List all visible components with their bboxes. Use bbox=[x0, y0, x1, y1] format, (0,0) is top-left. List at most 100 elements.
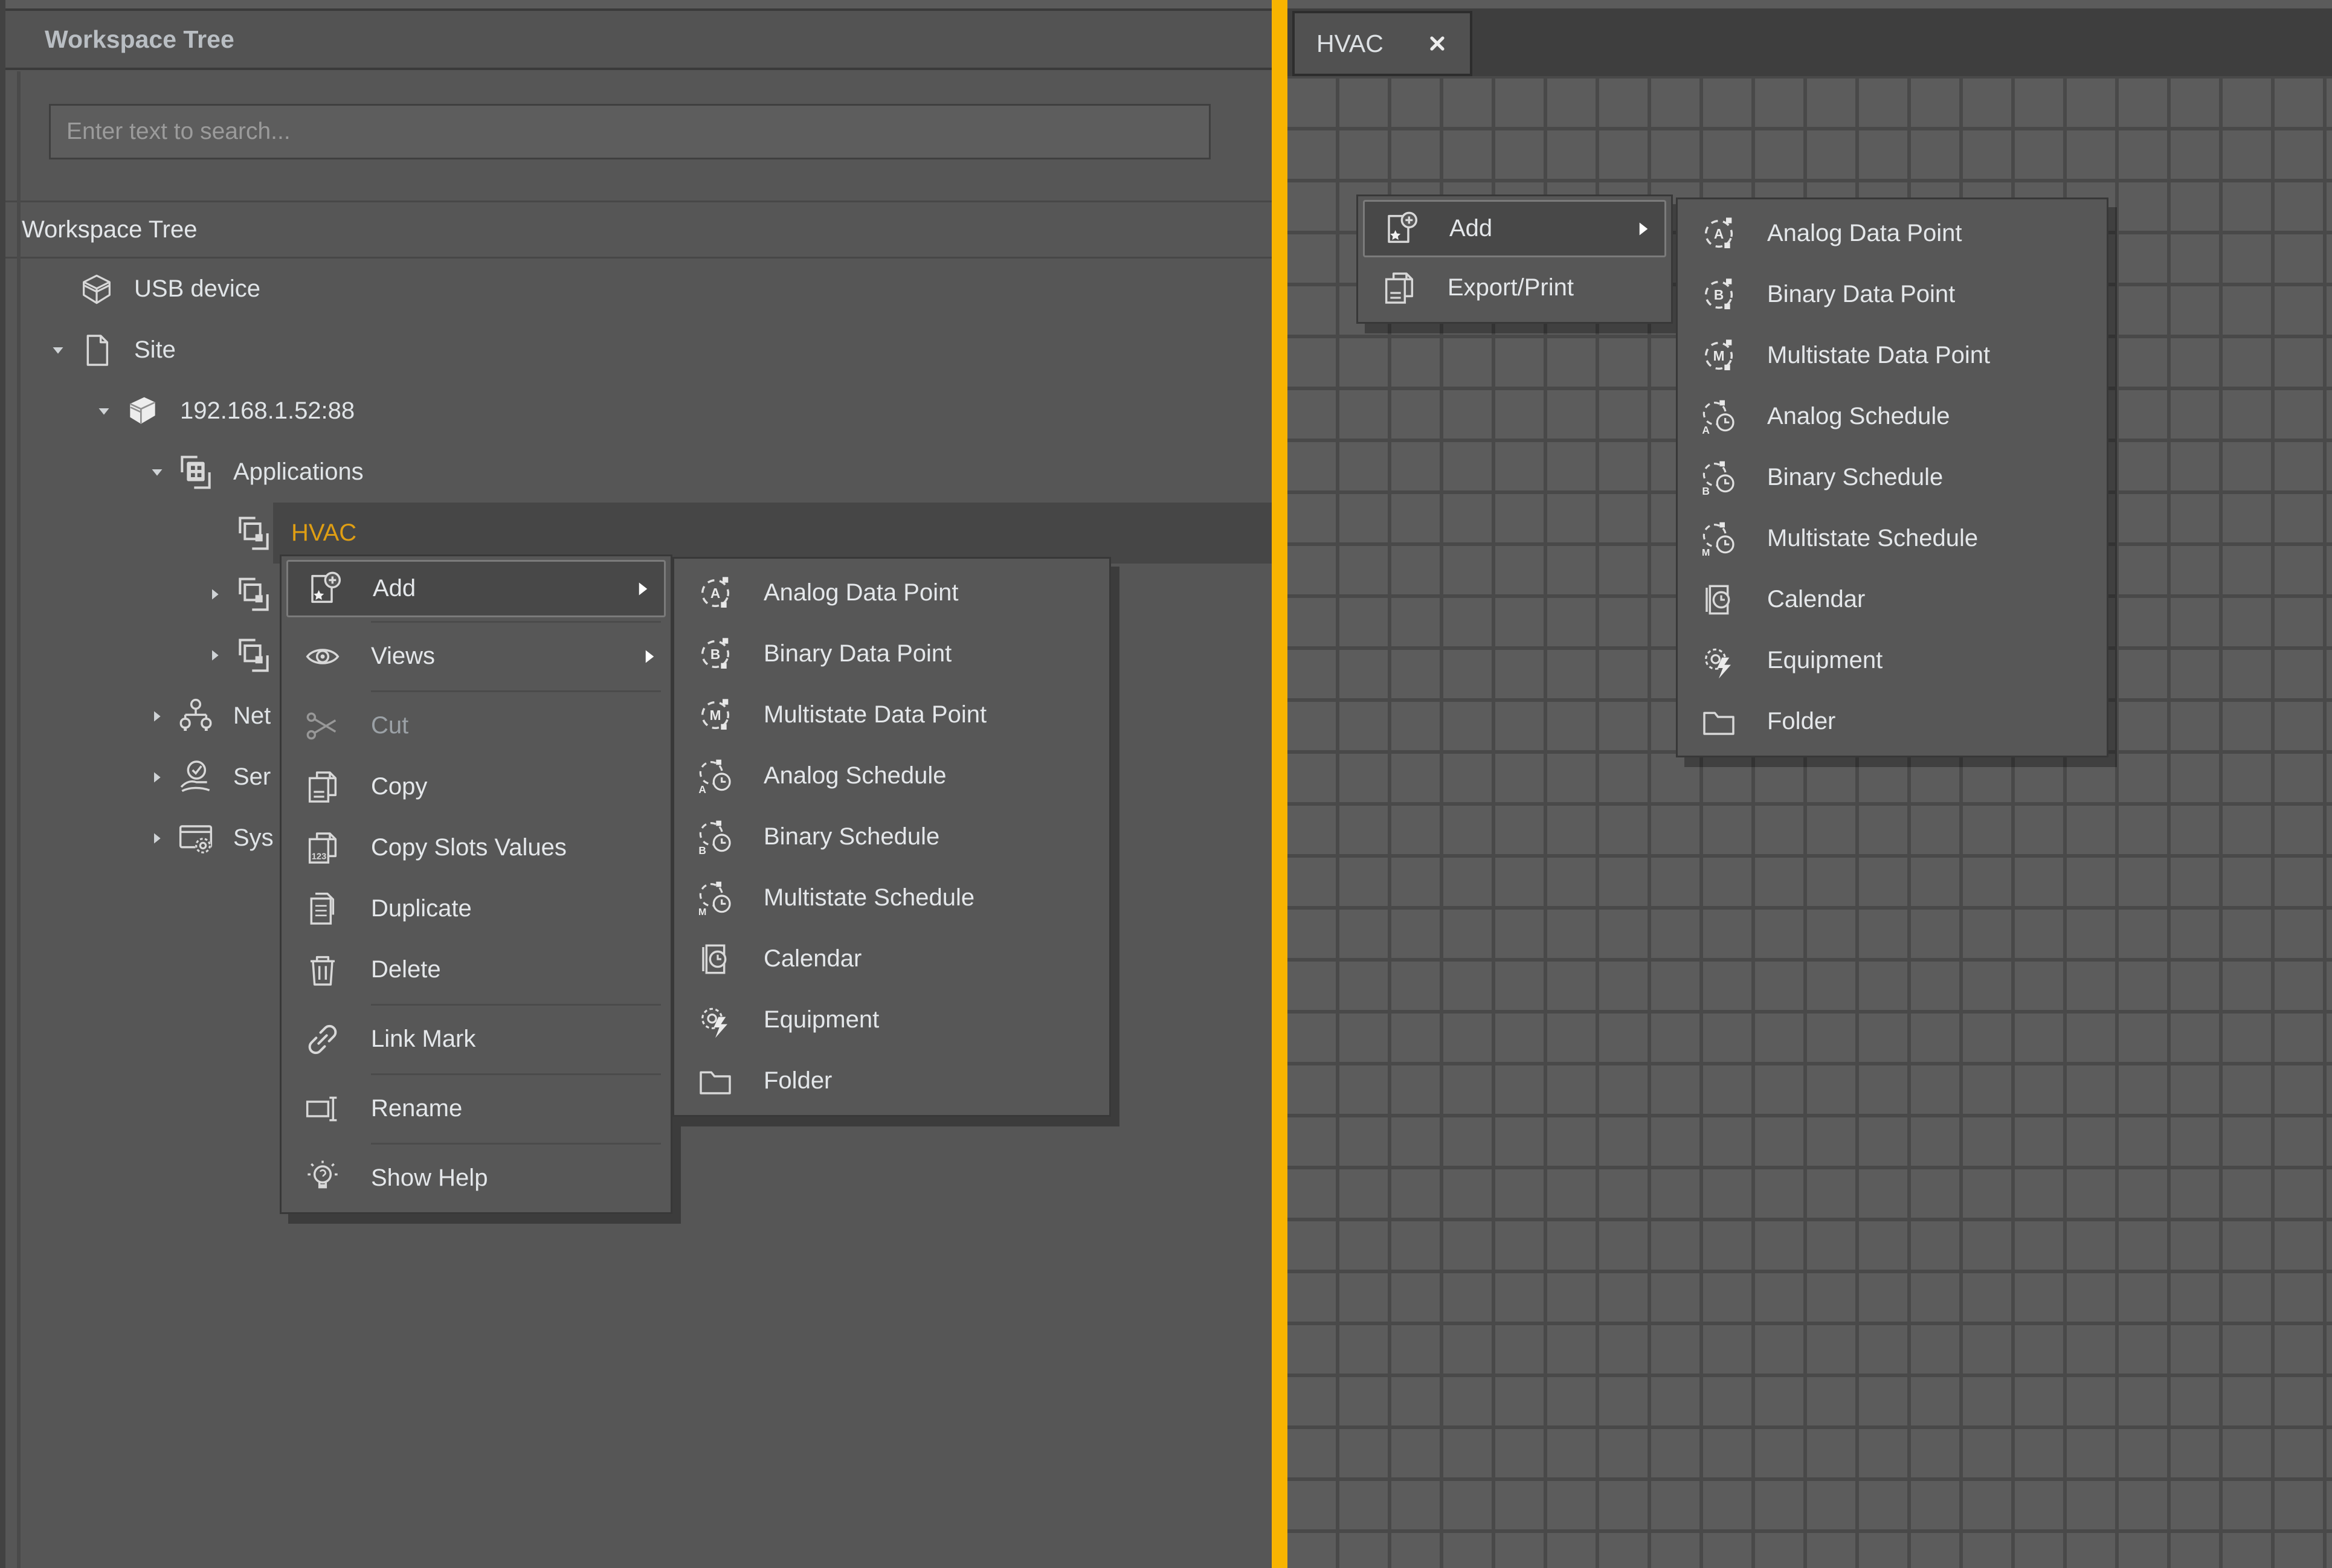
menu-item[interactable]: Binary Data Point bbox=[674, 623, 1109, 684]
close-icon[interactable] bbox=[1426, 33, 1448, 54]
menu-item-label: Equipment bbox=[764, 1006, 879, 1033]
menu-item[interactable]: Duplicate bbox=[282, 878, 671, 939]
menu-item-label: Binary Schedule bbox=[764, 823, 939, 850]
multistate-schedule-icon bbox=[696, 879, 735, 917]
menu-item[interactable]: Add bbox=[1363, 200, 1666, 257]
menu-item-label: Cut bbox=[371, 712, 408, 739]
menu-item-label: Delete bbox=[371, 956, 441, 983]
menu-item[interactable]: Export/Print bbox=[1358, 257, 1671, 318]
expand-arrow-slot[interactable] bbox=[39, 340, 77, 361]
equipment-icon bbox=[1699, 641, 1738, 680]
expand-arrow-slot[interactable] bbox=[138, 828, 176, 849]
menu-item[interactable]: Link Mark bbox=[282, 1009, 671, 1070]
analog-schedule-icon bbox=[1699, 397, 1738, 436]
canvas-top-strip bbox=[1287, 0, 2332, 8]
menu-item-label: Multistate Data Point bbox=[1767, 342, 1990, 369]
analog-schedule-icon bbox=[696, 757, 735, 795]
applications-grid-icon bbox=[176, 453, 215, 492]
add-item-icon bbox=[305, 570, 344, 608]
expand-arrow-icon[interactable] bbox=[205, 645, 225, 666]
menu-item-label: Folder bbox=[1767, 708, 1835, 735]
menu-item[interactable]: Analog Data Point bbox=[674, 562, 1109, 623]
expand-arrow-icon[interactable] bbox=[205, 584, 225, 605]
expand-arrow-slot[interactable] bbox=[196, 584, 234, 605]
expand-arrow-slot[interactable] bbox=[196, 523, 234, 544]
expand-arrow-slot[interactable] bbox=[196, 645, 234, 666]
show-help-bulb-icon bbox=[303, 1159, 342, 1198]
expand-arrow-slot[interactable] bbox=[138, 706, 176, 727]
menu-item[interactable]: Rename bbox=[282, 1078, 671, 1139]
menu-item[interactable]: Delete bbox=[282, 939, 671, 1000]
tab-hvac[interactable]: HVAC bbox=[1292, 11, 1472, 76]
binary-schedule-icon bbox=[1699, 458, 1738, 497]
panel-title: Workspace Tree bbox=[0, 8, 1272, 70]
menu-item-label: Link Mark bbox=[371, 1026, 475, 1053]
expand-arrow-icon[interactable] bbox=[147, 462, 167, 483]
menu-item-label: Multistate Schedule bbox=[764, 884, 974, 911]
menu-item[interactable]: Multistate Schedule bbox=[674, 867, 1109, 928]
expand-arrow-icon[interactable] bbox=[147, 706, 167, 727]
menu-item-label: Add bbox=[373, 575, 416, 602]
menu-item-label: Analog Schedule bbox=[1767, 403, 1950, 430]
menu-item-label: Equipment bbox=[1767, 647, 1883, 674]
add-item-icon bbox=[1382, 210, 1420, 248]
menu-item[interactable]: Equipment bbox=[1678, 630, 2107, 691]
menu-item-label: Copy Slots Values bbox=[371, 834, 567, 861]
binary-data-point-icon bbox=[696, 635, 735, 673]
menu-item[interactable]: Binary Schedule bbox=[1678, 447, 2107, 508]
menu-item[interactable]: Multistate Data Point bbox=[1678, 325, 2107, 386]
panel-splitter[interactable] bbox=[1272, 0, 1287, 1568]
expand-arrow-icon[interactable] bbox=[147, 828, 167, 849]
copy-icon bbox=[303, 768, 342, 806]
equipment-icon bbox=[696, 1001, 735, 1039]
menu-item[interactable]: Show Help bbox=[282, 1148, 671, 1209]
calendar-icon bbox=[1699, 580, 1738, 619]
menu-item[interactable]: Binary Schedule bbox=[674, 806, 1109, 867]
menu-item[interactable]: Views bbox=[282, 626, 671, 687]
submenu-arrow-icon bbox=[631, 578, 653, 600]
expand-arrow-slot[interactable] bbox=[138, 767, 176, 788]
multistate-schedule-icon bbox=[1699, 519, 1738, 558]
menu-item[interactable]: Binary Data Point bbox=[1678, 264, 2107, 325]
tree-row[interactable]: 192.168.1.52:88 bbox=[0, 381, 1272, 442]
menu-item-label: Binary Data Point bbox=[764, 640, 952, 667]
menu-separator bbox=[371, 687, 661, 695]
menu-item[interactable]: Analog Data Point bbox=[1678, 203, 2107, 264]
menu-item-label: Multistate Data Point bbox=[764, 701, 987, 728]
expand-arrow-slot[interactable] bbox=[85, 401, 123, 422]
tree-item-label: Sys bbox=[233, 824, 274, 852]
expand-arrow-icon[interactable] bbox=[147, 767, 167, 788]
binary-schedule-icon bbox=[696, 818, 735, 856]
menu-item[interactable]: Calendar bbox=[674, 928, 1109, 989]
menu-item[interactable]: Multistate Schedule bbox=[1678, 508, 2107, 569]
menu-item[interactable]: Copy Slots Values bbox=[282, 817, 671, 878]
expand-arrow-icon[interactable] bbox=[48, 340, 68, 361]
panel-inner-border bbox=[17, 71, 21, 1568]
menu-item[interactable]: Folder bbox=[674, 1050, 1109, 1111]
menu-item[interactable]: Copy bbox=[282, 756, 671, 817]
menu-separator bbox=[371, 617, 661, 626]
menu-item[interactable]: Equipment bbox=[674, 989, 1109, 1050]
folder-icon bbox=[1699, 702, 1738, 741]
menu-item[interactable]: Multistate Data Point bbox=[674, 684, 1109, 745]
tree-item-label: HVAC bbox=[291, 519, 356, 547]
menu-item[interactable]: Analog Schedule bbox=[1678, 386, 2107, 447]
tab-label: HVAC bbox=[1316, 30, 1426, 58]
search-input[interactable] bbox=[49, 104, 1211, 159]
menu-item[interactable]: Calendar bbox=[1678, 569, 2107, 630]
menu-item[interactable]: Add bbox=[286, 560, 666, 617]
system-window-gear-icon bbox=[176, 819, 215, 858]
expand-arrow-slot[interactable] bbox=[39, 279, 77, 300]
application-window-icon bbox=[234, 575, 273, 614]
tree-row[interactable]: Site bbox=[0, 320, 1272, 381]
delete-trash-icon bbox=[303, 951, 342, 989]
tree-row[interactable]: USB device bbox=[0, 259, 1272, 320]
menu-item[interactable]: Cut bbox=[282, 695, 671, 756]
menu-item[interactable]: Analog Schedule bbox=[674, 745, 1109, 806]
rename-icon bbox=[303, 1090, 342, 1128]
expand-arrow-slot[interactable] bbox=[138, 462, 176, 483]
expand-arrow-icon[interactable] bbox=[94, 401, 114, 422]
menu-item[interactable]: Folder bbox=[1678, 691, 2107, 752]
menu-item-label: Export/Print bbox=[1448, 274, 1574, 301]
tree-row[interactable]: Applications bbox=[0, 442, 1272, 503]
